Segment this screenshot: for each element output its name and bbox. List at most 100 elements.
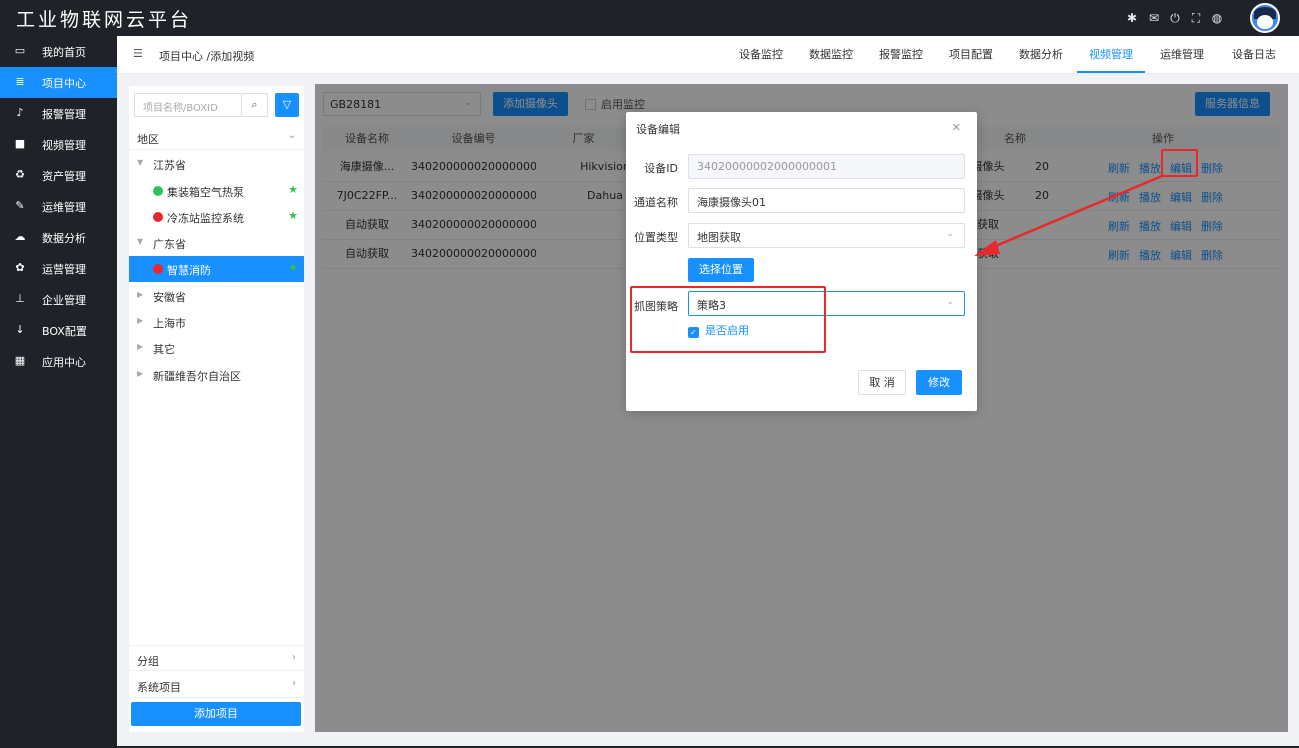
sidebar-item-label: 资产管理 (42, 170, 86, 183)
tree-node-xinjiang[interactable]: ▶ 新疆维吾尔自治区 (129, 362, 304, 388)
arrow-head (974, 240, 1000, 256)
star-icon[interactable]: ★ (288, 183, 298, 196)
list-icon: ≣ (15, 75, 25, 88)
annotation-arrow-icon (974, 174, 1163, 256)
cancel-button[interactable]: 取 消 (858, 370, 906, 395)
tab-project-config[interactable]: 项目配置 (949, 46, 993, 62)
device-id-field: 34020000002000000001 (688, 154, 965, 179)
recycle-icon: ♻ (15, 168, 25, 181)
tree-leaf-label: 集装箱空气热泵 (167, 186, 244, 199)
globe-icon[interactable]: ◍ (1209, 10, 1225, 26)
menu-toggle-icon[interactable]: ☰ (133, 48, 144, 59)
region-section[interactable]: 地区 ⌄ (129, 124, 304, 150)
tree-node-label: 广东省 (153, 238, 186, 251)
caret-right-icon: ▶ (137, 342, 144, 351)
search-input[interactable]: 项目名称/BOXID (134, 93, 242, 117)
tree-node-other[interactable]: ▶ 其它 (129, 335, 304, 361)
sidebar-item-label: 我的首页 (42, 46, 86, 59)
search-icon[interactable]: ⌕ (242, 93, 268, 117)
app-root: 工业物联网云平台 ✱ ✉ ⏻ ⛶ ◍ ▭ 我的首页 ≣ 项目中心 ♪ 报警管理 … (0, 0, 1299, 748)
sidebar-item-assets[interactable]: ♻ 资产管理 (0, 160, 117, 191)
annotation-box-capture (630, 286, 826, 353)
wrench-icon: ✎ (15, 199, 25, 212)
sidebar-item-maintenance[interactable]: ✎ 运维管理 (0, 191, 117, 222)
sidebar-item-label: 项目中心 (42, 77, 86, 90)
tree-node-label: 其它 (153, 343, 175, 356)
caret-right-icon: ▶ (137, 316, 144, 325)
tree-leaf-label: 智慧消防 (167, 264, 211, 277)
system-project-section[interactable]: 系统项目 › (129, 672, 304, 698)
tab-data-monitor[interactable]: 数据监控 (809, 46, 853, 62)
tree-leaf-project-selected[interactable]: 智慧消防 ★ (129, 256, 304, 282)
tree-node-shanghai[interactable]: ▶ 上海市 (129, 309, 304, 335)
users-icon: ✿ (15, 261, 25, 274)
location-type-select[interactable]: 地图获取 ⌄ (688, 223, 965, 248)
tree-leaf-label: 冷冻站监控系统 (167, 212, 244, 225)
system-project-label: 系统项目 (137, 681, 181, 694)
sidebar-item-apps[interactable]: ▦ 应用中心 (0, 346, 117, 377)
fullscreen-icon[interactable]: ⛶ (1188, 10, 1204, 26)
tree-leaf-project[interactable]: 集装箱空气热泵 ★ (129, 178, 304, 204)
active-tab-indicator (1077, 71, 1145, 73)
channel-name-field[interactable]: 海康摄像头01 (688, 188, 965, 213)
tree-node-jiangsu[interactable]: ▼ 江苏省 (129, 151, 304, 177)
select-location-button[interactable]: 选择位置 (688, 258, 754, 282)
sidebar-item-video[interactable]: ■ 视频管理 (0, 129, 117, 160)
download-icon: ↓ (15, 323, 25, 336)
sidebar-item-label: 应用中心 (42, 356, 86, 369)
location-type-label: 位置类型 (634, 231, 678, 244)
status-alert-icon (153, 212, 163, 222)
sidebar-item-label: BOX配置 (42, 325, 87, 338)
grid-icon: ▦ (14, 354, 26, 367)
tab-data-analysis[interactable]: 数据分析 (1019, 46, 1063, 62)
sidebar-item-box-config[interactable]: ↓ BOX配置 (0, 315, 117, 346)
modify-button[interactable]: 修改 (916, 370, 962, 395)
tree-node-label: 江苏省 (153, 159, 186, 172)
tab-video-management[interactable]: 视频管理 (1089, 46, 1133, 62)
bug-icon[interactable]: ✱ (1124, 10, 1140, 26)
group-section[interactable]: 分组 › (129, 645, 304, 671)
sidebar-item-analytics[interactable]: ☁ 数据分析 (0, 222, 117, 253)
tree-node-anhui[interactable]: ▶ 安徽省 (129, 283, 304, 309)
caret-right-icon: ▶ (137, 290, 144, 299)
add-project-button[interactable]: 添加项目 (131, 702, 301, 726)
region-label: 地区 (137, 133, 159, 146)
bell-icon: ♪ (16, 106, 24, 119)
arrow-shaft (985, 174, 1163, 252)
star-icon[interactable]: ★ (288, 209, 298, 222)
tab-device-log[interactable]: 设备日志 (1232, 46, 1276, 62)
sidebar-item-alarm[interactable]: ♪ 报警管理 (0, 98, 117, 129)
filter-icon[interactable]: ▽ (275, 93, 299, 117)
tab-alarm-monitor[interactable]: 报警监控 (879, 46, 923, 62)
close-icon[interactable]: ✕ (952, 121, 961, 134)
power-icon[interactable]: ⏻ (1167, 10, 1183, 26)
sidebar-item-label: 运维管理 (42, 201, 86, 214)
device-edit-dialog: 设备编辑 ✕ 设备ID 34020000002000000001 通道名称 海康… (626, 112, 977, 411)
mail-icon[interactable]: ✉ (1146, 10, 1162, 26)
tree-node-guangdong[interactable]: ▼ 广东省 (129, 230, 304, 256)
status-alert-icon (153, 264, 163, 274)
tab-ops-management[interactable]: 运维管理 (1160, 46, 1204, 62)
avatar[interactable] (1250, 3, 1280, 33)
sidebar-item-home[interactable]: ▭ 我的首页 (0, 36, 117, 67)
sidebar-item-project-center[interactable]: ≣ 项目中心 (0, 67, 117, 98)
app-title: 工业物联网云平台 (16, 9, 193, 31)
sidebar-item-label: 视频管理 (42, 139, 86, 152)
chevron-down-icon: ⌄ (287, 130, 296, 141)
chevron-right-icon: › (292, 678, 296, 689)
sidebar-item-label: 企业管理 (42, 294, 86, 307)
status-online-icon (153, 186, 163, 196)
sidebar-item-operations[interactable]: ✿ 运营管理 (0, 253, 117, 284)
device-id-label: 设备ID (644, 162, 678, 175)
group-label: 分组 (137, 655, 159, 668)
caret-right-icon: ▶ (137, 369, 144, 378)
location-type-value: 地图获取 (697, 231, 741, 244)
project-tree-panel: 项目名称/BOXID ⌕ ▽ 地区 ⌄ ▼ 江苏省 集装箱空气热泵 ★ 冷冻站监… (129, 86, 304, 732)
tree-leaf-project[interactable]: 冷冻站监控系统 ★ (129, 204, 304, 230)
tab-device-monitor[interactable]: 设备监控 (739, 46, 783, 62)
sidebar-item-enterprise[interactable]: ⊥ 企业管理 (0, 284, 117, 315)
dialog-title: 设备编辑 (636, 123, 680, 136)
star-icon[interactable]: ★ (288, 261, 298, 274)
tree-node-label: 安徽省 (153, 291, 186, 304)
caret-down-icon: ▼ (137, 237, 144, 246)
